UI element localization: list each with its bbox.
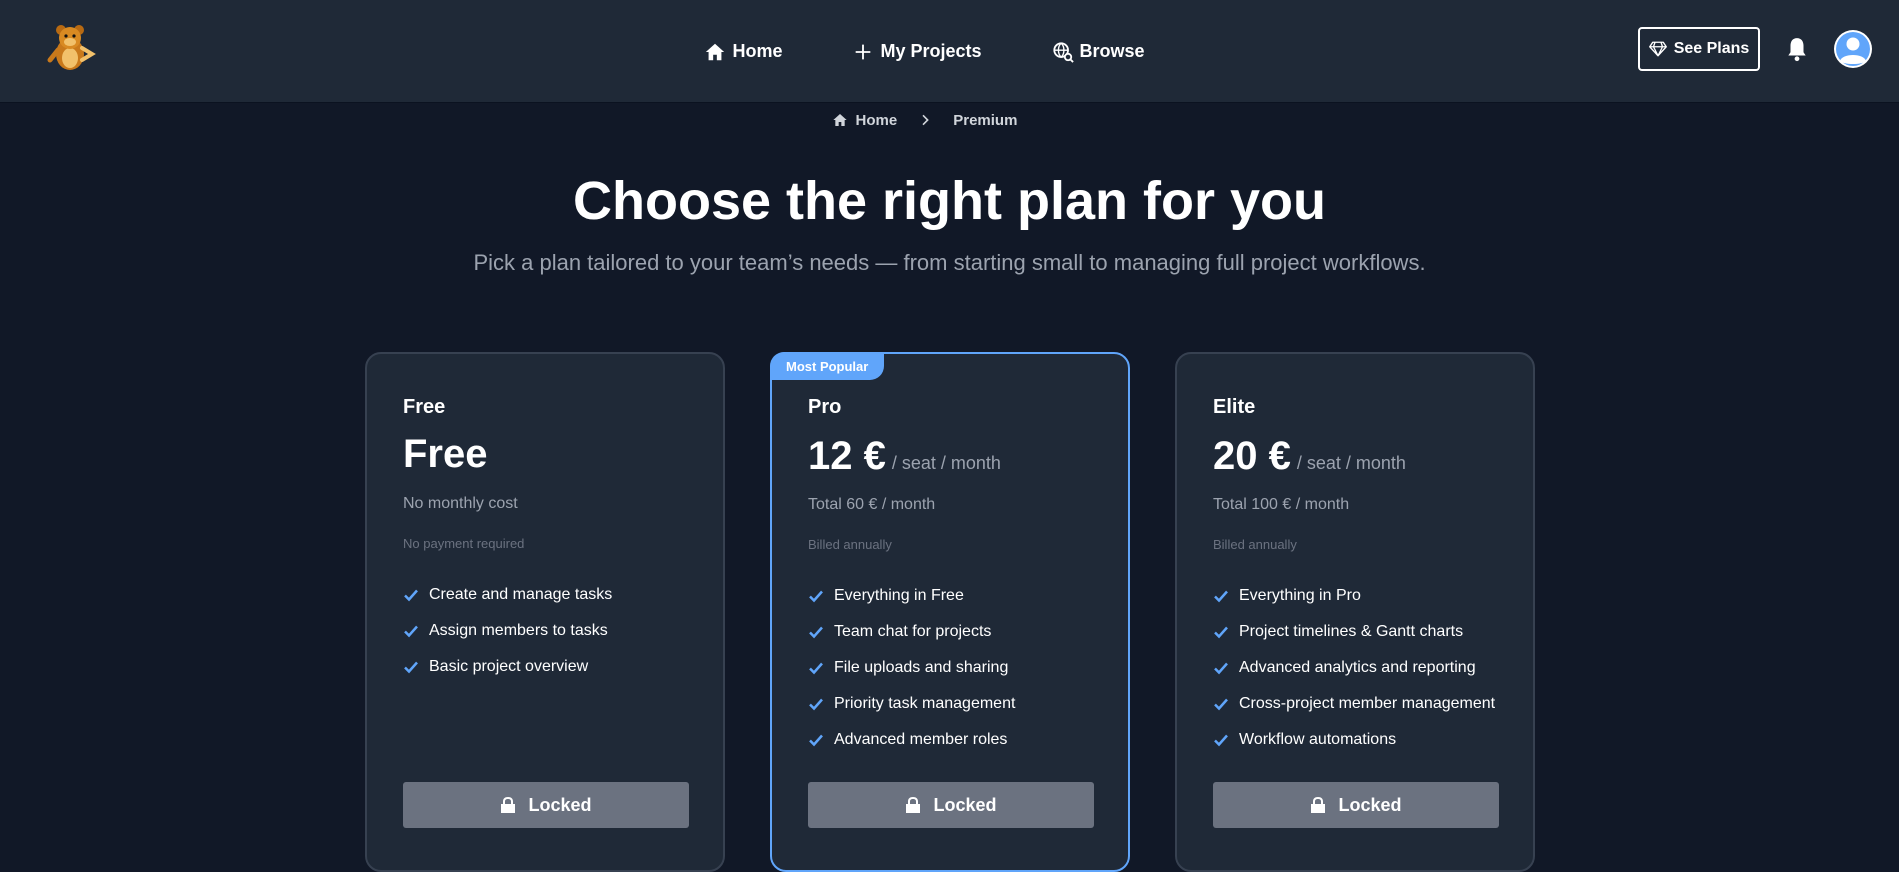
globe-search-icon [1052,41,1074,63]
see-plans-label: See Plans [1673,40,1750,57]
feature-label: File uploads and sharing [834,659,1009,676]
plan-price-unit: / seat / month [1296,453,1406,473]
diamond-icon [1648,41,1667,57]
plan-billing: No payment required [403,536,525,551]
plan-name: Elite [1213,396,1256,418]
page-title: Choose the right plan for you [573,171,1326,231]
feature-label: Assign members to tasks [429,622,608,639]
feature-label: Basic project overview [429,658,589,675]
check-icon [809,698,823,711]
feature-item: Project timelines & Gantt charts [1213,614,1495,650]
home-icon [832,114,847,126]
plus-icon [856,44,871,59]
plan-card-elite: Elite 20 € / seat / month Total 100 € / … [1175,352,1535,872]
breadcrumb-home[interactable]: Home [856,112,898,129]
feature-list: Everything in Free Team chat for project… [808,578,1015,758]
notification-bell-icon[interactable] [1784,36,1810,62]
plan-price: 20 € [1213,434,1291,478]
plan-card-free: Free Free No monthly cost No payment req… [365,352,725,872]
check-icon [404,661,418,674]
price-row: Free [403,432,488,477]
plan-card-pro: Most Popular Pro 12 € / seat / month Tot… [770,352,1130,872]
breadcrumb: Home Premium [0,108,1899,132]
check-icon [809,662,823,675]
feature-label: Everything in Pro [1239,587,1361,604]
nav-my-projects-label: My Projects [880,41,982,61]
feature-label: Project timelines & Gantt charts [1239,623,1464,640]
feature-label: Everything in Free [834,587,964,604]
feature-label: Priority task management [834,695,1016,712]
feature-item: Advanced member roles [808,722,1015,758]
feature-item: Workflow automations [1213,722,1495,758]
feature-item: File uploads and sharing [808,650,1015,686]
lock-icon [501,797,516,813]
locked-button[interactable]: Locked [808,782,1094,828]
plan-price-unit: / seat / month [891,453,1001,473]
feature-list: Everything in Pro Project timelines & Ga… [1213,578,1495,758]
feature-label: Cross-project member management [1239,695,1496,712]
plan-price: 12 € [808,434,886,478]
check-icon [1214,590,1228,603]
feature-item: Everything in Free [808,578,1015,614]
check-icon [404,625,418,638]
most-popular-badge: Most Popular [770,352,885,380]
lock-icon [1311,797,1326,813]
feature-label: Advanced member roles [834,731,1008,748]
feature-item: Advanced analytics and reporting [1213,650,1495,686]
locked-label: Locked [528,794,592,815]
nav-browse[interactable]: Browse [1052,41,1145,63]
check-icon [1214,734,1228,747]
plan-name: Free [403,396,446,418]
feature-item: Cross-project member management [1213,686,1495,722]
plan-total: Total 100 € / month [1213,496,1350,513]
nav-browse-label: Browse [1079,41,1145,61]
plan-billing: Billed annually [1213,537,1297,552]
nav-home-label: Home [732,41,783,61]
top-navigation-bar: Home My Projects Browse See Plans [0,0,1899,103]
feature-label: Create and manage tasks [429,586,613,603]
plan-total: No monthly cost [403,495,518,512]
plan-total: Total 60 € / month [808,496,936,513]
locked-label: Locked [933,794,997,815]
check-icon [404,589,418,602]
home-icon [706,43,725,60]
main-nav: Home My Projects Browse [0,0,1899,103]
nav-my-projects[interactable]: My Projects [852,41,982,63]
user-avatar-icon[interactable] [1834,30,1872,68]
feature-label: Team chat for projects [834,623,992,640]
feature-label: Workflow automations [1239,731,1397,748]
locked-label: Locked [1338,794,1402,815]
feature-item: Everything in Pro [1213,578,1495,614]
plan-price: Free [403,432,488,476]
feature-label: Advanced analytics and reporting [1239,659,1476,676]
feature-item: Basic project overview [403,649,612,685]
plan-billing: Billed annually [808,537,892,552]
feature-item: Team chat for projects [808,614,1015,650]
nav-home[interactable]: Home [704,41,782,63]
page-subtitle: Pick a plan tailored to your team’s need… [473,250,1426,275]
check-icon [1214,626,1228,639]
feature-item: Create and manage tasks [403,577,612,613]
check-icon [809,590,823,603]
chevron-right-icon [922,114,930,126]
breadcrumb-premium: Premium [953,111,1018,129]
check-icon [1214,662,1228,675]
feature-item: Priority task management [808,686,1015,722]
check-icon [809,734,823,747]
price-row: 12 € / seat / month [808,434,1001,479]
locked-button[interactable]: Locked [403,782,689,828]
feature-list: Create and manage tasks Assign members t… [403,577,612,685]
check-icon [1214,698,1228,711]
see-plans-button[interactable]: See Plans [1638,27,1760,71]
plan-name: Pro [808,396,842,418]
price-row: 20 € / seat / month [1213,434,1406,479]
feature-item: Assign members to tasks [403,613,612,649]
lock-icon [906,797,921,813]
locked-button[interactable]: Locked [1213,782,1499,828]
check-icon [809,626,823,639]
